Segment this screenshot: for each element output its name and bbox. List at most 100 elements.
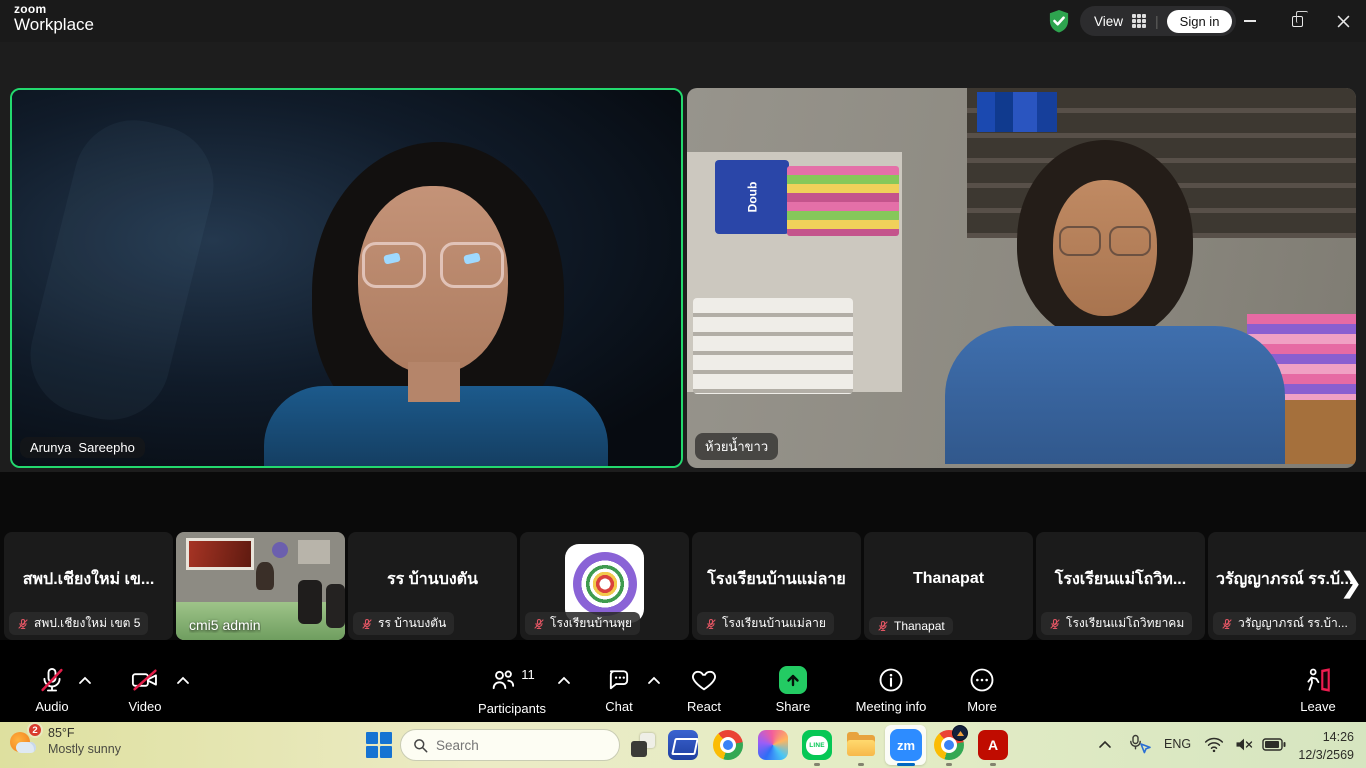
tray-time: 14:26 [1298, 728, 1354, 746]
video-decor-glasses [1059, 226, 1101, 256]
divider: | [1155, 13, 1159, 29]
more-ellipsis-icon [968, 666, 996, 694]
input-language-indicator[interactable]: ENG [1164, 737, 1191, 751]
camera-muted-icon [130, 666, 160, 694]
running-indicator [858, 763, 864, 766]
security-shield-icon[interactable] [1046, 8, 1072, 34]
participants-options-caret[interactable] [557, 676, 571, 685]
leave-button[interactable]: Leave [1270, 666, 1366, 714]
taskbar-search[interactable] [400, 729, 620, 761]
zoom-meeting-window: { "titlebar": { "logo_line1": "zoom", "l… [0, 0, 1366, 768]
video-decor-neck [408, 362, 460, 402]
video-decor-chair [326, 584, 345, 628]
close-button[interactable] [1321, 0, 1365, 42]
audio-options-caret[interactable] [78, 676, 92, 685]
video-decor-bluebook: Doub [715, 160, 789, 234]
view-button[interactable]: View [1094, 14, 1123, 29]
participant-name-tag: Arunya Sareepho [20, 437, 145, 458]
participant-tile[interactable]: รร บ้านบงตัน รร บ้านบงตัน [348, 532, 517, 640]
video-button[interactable]: Video [97, 666, 193, 714]
running-indicator [814, 763, 820, 766]
sign-in-button[interactable]: Sign in [1167, 10, 1233, 33]
video-decor-glasses [362, 242, 426, 288]
participants-button[interactable]: 11 Participants [464, 666, 560, 716]
tray-overflow-caret[interactable] [1098, 739, 1112, 749]
task-view-button[interactable] [630, 732, 656, 758]
gallery-grid-icon[interactable] [1131, 13, 1147, 29]
battery-icon[interactable] [1262, 738, 1286, 751]
line-app-label: LINE [806, 736, 828, 755]
video-options-caret[interactable] [176, 676, 190, 685]
cloud-icon [16, 742, 36, 753]
video-decor-trays [693, 298, 853, 394]
video-decor-glasses [440, 242, 504, 288]
view-controls-group: View | Sign in [1080, 6, 1236, 36]
mic-muted-icon [877, 620, 889, 632]
weather-icon: 2 [8, 726, 40, 758]
start-button[interactable] [366, 732, 392, 758]
video-decor-walllogo [272, 542, 288, 558]
audio-button[interactable]: Audio [4, 666, 100, 714]
scanner-app-icon[interactable] [668, 730, 698, 760]
minimize-button[interactable] [1228, 0, 1272, 42]
zoom-app-icon[interactable]: zm [890, 729, 920, 759]
search-input[interactable] [436, 738, 586, 753]
participant-label: วรัญญาภรณ์ รร.บ้า... [1213, 612, 1356, 635]
clock-widget[interactable]: 14:26 12/3/2569 [1298, 728, 1354, 764]
line-app-icon[interactable]: LINE [802, 730, 832, 760]
participant-tile[interactable]: สพป.เชียงใหม่ เข... สพป.เชียงใหม่ เขต 5 [4, 532, 173, 640]
chat-icon [605, 666, 633, 694]
running-indicator [946, 763, 952, 766]
chat-button[interactable]: Chat [571, 666, 667, 714]
mic-muted-icon [705, 618, 717, 630]
share-button[interactable]: Share [745, 666, 841, 714]
video-decor-painting [186, 538, 254, 570]
copilot-app-icon[interactable] [758, 730, 788, 760]
running-indicator [990, 763, 996, 766]
participant-tile[interactable]: Thanapat Thanapat [864, 532, 1033, 640]
file-explorer-icon[interactable] [846, 730, 876, 760]
participant-tile[interactable]: โรงเรียนบ้านแม่ลาย โรงเรียนบ้านแม่ลาย [692, 532, 861, 640]
participant-label: cmi5 admin [181, 615, 269, 635]
notification-badge: 2 [27, 722, 43, 738]
main-video-secondary[interactable]: Doub ห้วยน้ำขาว [687, 88, 1356, 468]
weather-text: 85°F Mostly sunny [48, 726, 121, 757]
close-icon [1337, 15, 1350, 28]
video-decor-shelf-items [977, 92, 1057, 132]
info-icon [877, 666, 905, 694]
zoom-workplace-logo: zoom Workplace [14, 3, 94, 35]
participant-tile[interactable]: cmi5 admin [176, 532, 345, 640]
volume-muted-icon[interactable] [1234, 736, 1254, 753]
participant-label: โรงเรียนแม่โถวิทยาคม [1041, 612, 1192, 635]
mic-in-use-location-icon[interactable] [1128, 734, 1152, 754]
participants-count: 11 [521, 667, 535, 682]
participant-tile[interactable]: โรงเรียนบ้านพุย [520, 532, 689, 640]
running-indicator-active [897, 763, 915, 766]
app-overlay-badge [952, 725, 968, 741]
participant-label: โรงเรียนบ้านพุย [525, 612, 640, 635]
more-button[interactable]: More [934, 666, 1030, 714]
chrome-app-icon[interactable] [713, 730, 743, 760]
logo-workplace-text: Workplace [14, 16, 94, 35]
next-participants-page-button[interactable]: ❯ [1338, 566, 1364, 599]
mic-muted-icon [38, 666, 66, 694]
mic-muted-icon [533, 618, 545, 630]
search-icon [413, 738, 428, 753]
leave-meeting-icon [1303, 666, 1333, 694]
react-button[interactable]: React [656, 666, 752, 714]
book-spine-text: Doub [745, 182, 759, 213]
tray-date: 12/3/2569 [1298, 746, 1354, 764]
mic-muted-icon [1221, 618, 1233, 630]
participants-icon [489, 666, 517, 694]
participant-tile[interactable]: โรงเรียนแม่โถวิท... โรงเรียนแม่โถวิทยาคม [1036, 532, 1205, 640]
acrobat-app-icon[interactable]: A [978, 730, 1008, 760]
participant-name-tag: ห้วยน้ำขาว [695, 433, 778, 460]
meeting-info-button[interactable]: Meeting info [843, 666, 939, 714]
wifi-icon[interactable] [1204, 736, 1224, 753]
participant-label: สพป.เชียงใหม่ เขต 5 [9, 612, 148, 635]
main-video-active-speaker[interactable]: Arunya Sareepho [10, 88, 683, 468]
video-decor-bookstack [787, 166, 899, 236]
restore-button[interactable] [1275, 0, 1319, 42]
weather-widget[interactable]: 2 85°F Mostly sunny [8, 726, 121, 758]
chrome-profile-app-icon[interactable] [934, 730, 964, 760]
